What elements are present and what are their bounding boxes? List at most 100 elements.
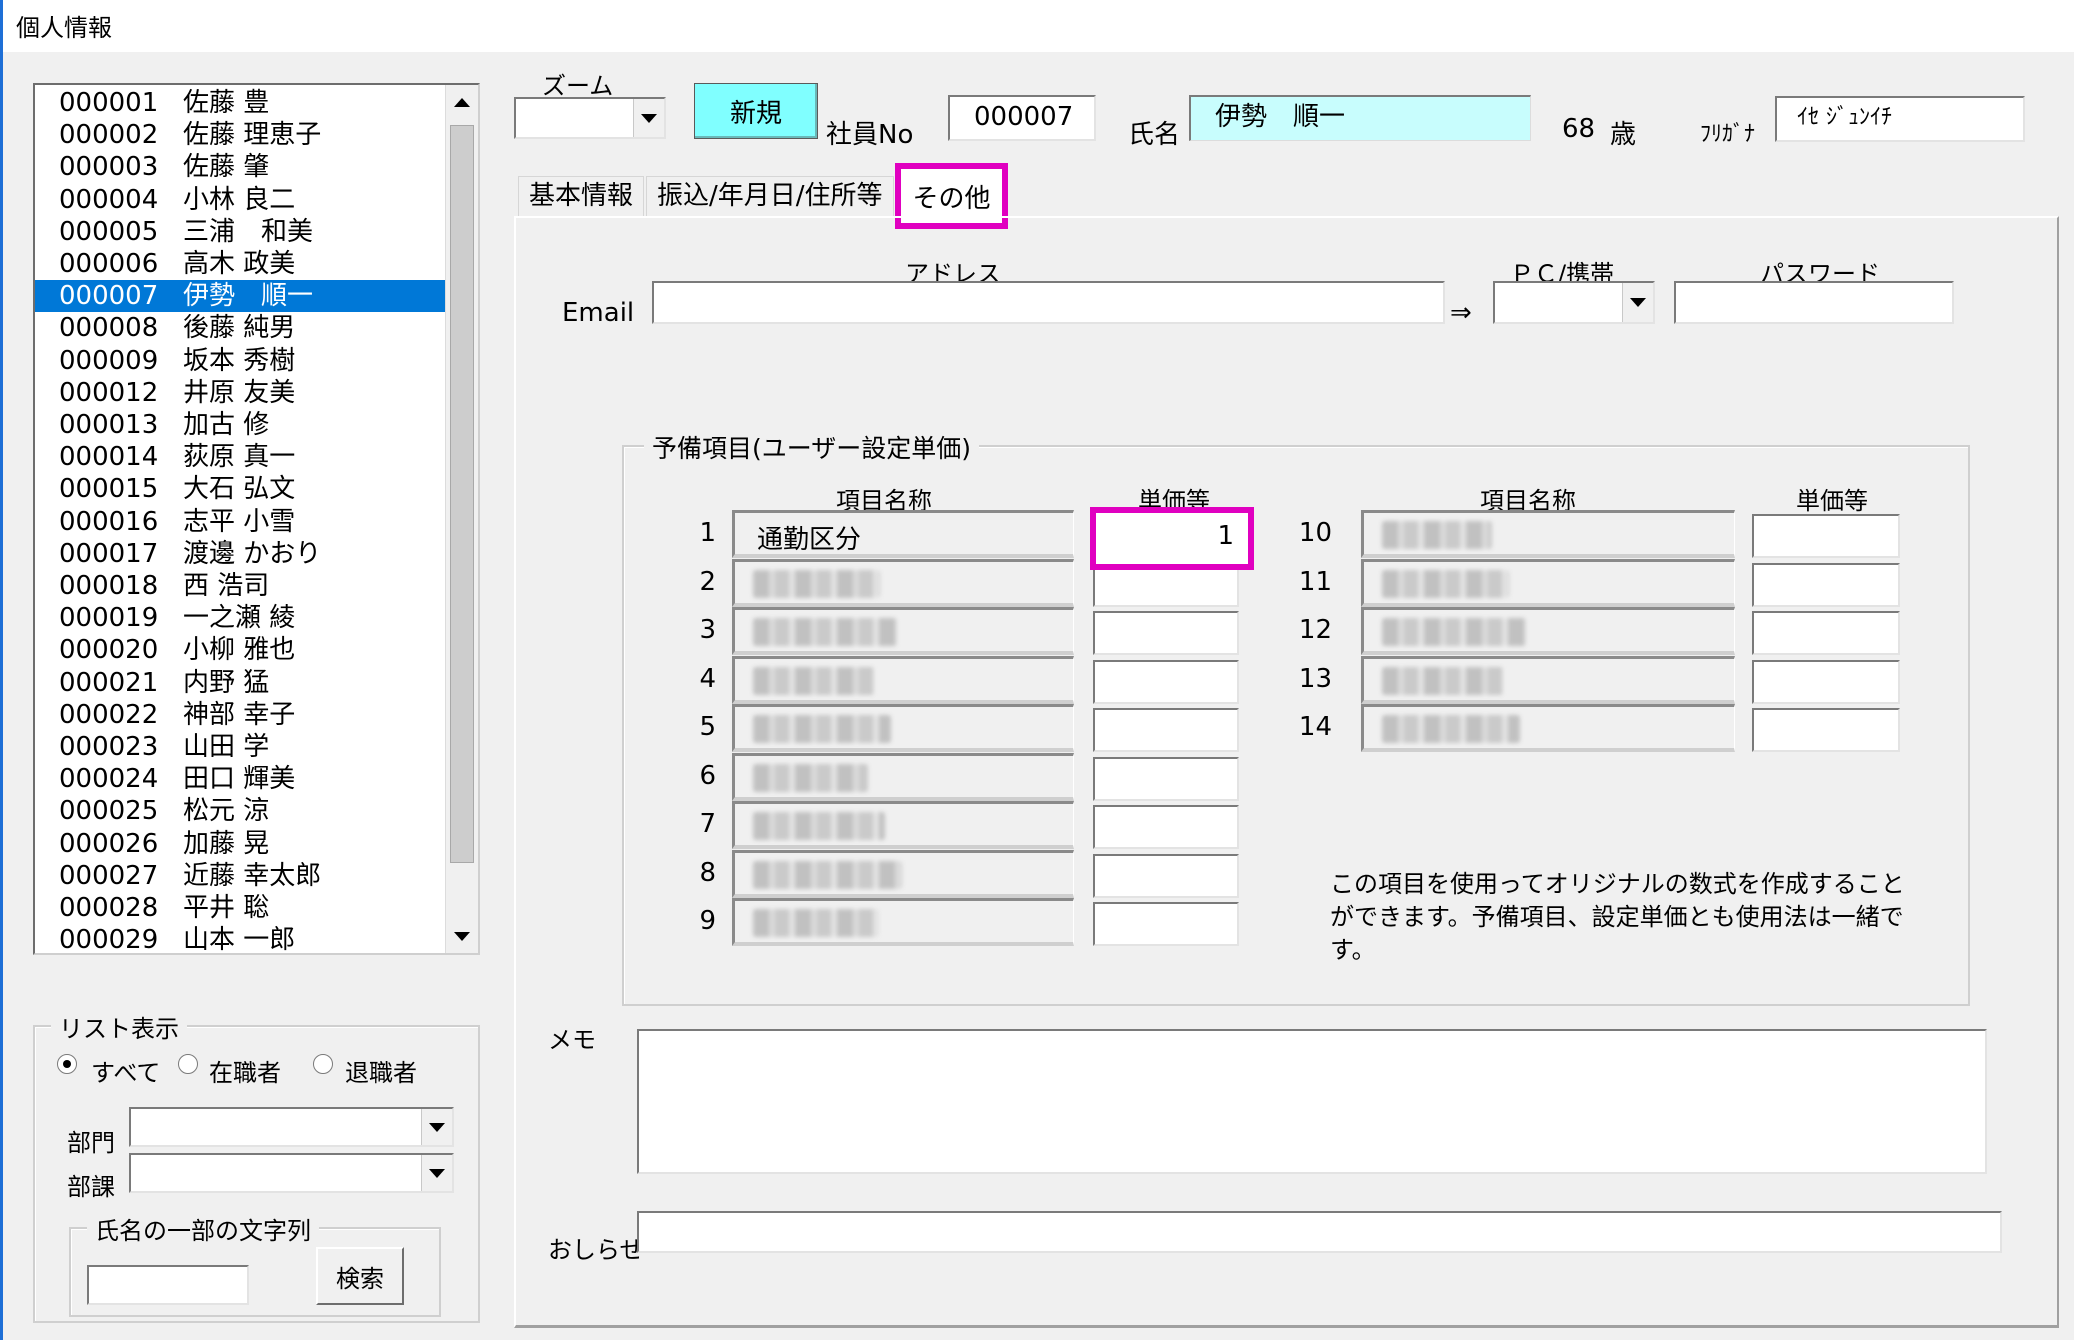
list-item[interactable]: 000029 山本 一郎: [35, 924, 445, 953]
list-item[interactable]: 000016 志平 小雪: [35, 506, 445, 538]
redacted-text: [753, 763, 868, 792]
list-item[interactable]: 000001 佐藤 豊: [35, 87, 445, 119]
tab-transfer-address[interactable]: 振込/年月日/住所等: [646, 176, 894, 217]
list-item[interactable]: 000012 井原 友美: [35, 377, 445, 409]
reserve-unit-price-field[interactable]: [1752, 611, 1900, 655]
reserve-unit-price-field[interactable]: [1752, 514, 1900, 558]
reserve-item-name-field[interactable]: 通勤区分: [732, 510, 1074, 558]
list-item[interactable]: 000024 田口 輝美: [35, 763, 445, 795]
memo-textarea[interactable]: [637, 1029, 1987, 1174]
reserve-item-name-field[interactable]: [732, 801, 1074, 849]
employee-id: 000022: [59, 699, 159, 730]
radio-retired-label: 退職者: [345, 1059, 417, 1087]
list-item[interactable]: 000003 佐藤 肇: [35, 151, 445, 183]
list-item[interactable]: 000023 山田 学: [35, 731, 445, 763]
unit-price-header-right: 単価等: [1796, 487, 1868, 515]
list-item[interactable]: 000019 一之瀬 綾: [35, 602, 445, 634]
email-address-input[interactable]: [652, 281, 1445, 324]
list-item[interactable]: 000007 伊勢 順一: [35, 280, 445, 313]
reserve-item-name-field[interactable]: [1361, 607, 1735, 655]
reserve-item-name-field[interactable]: [732, 898, 1074, 946]
list-item[interactable]: 000025 松元 涼: [35, 795, 445, 827]
list-item[interactable]: 000002 佐藤 理恵子: [35, 119, 445, 151]
reserve-item-name-field[interactable]: [1361, 558, 1735, 607]
list-item[interactable]: 000028 平井 聡: [35, 892, 445, 924]
reserve-item-name-field[interactable]: [1361, 655, 1735, 704]
list-item[interactable]: 000013 加古 修: [35, 409, 445, 441]
name-field[interactable]: 伊勢 順一: [1189, 95, 1531, 141]
reserve-unit-price-field[interactable]: [1093, 611, 1239, 655]
furigana-field[interactable]: ｲｾ ｼﾞｭﾝｲﾁ: [1775, 96, 2025, 142]
scroll-thumb[interactable]: [450, 125, 474, 863]
scroll-down-button[interactable]: [446, 919, 478, 953]
password-input[interactable]: [1674, 281, 1954, 324]
employee-no-value: 000007: [974, 102, 1074, 132]
employee-id: 000007: [59, 281, 159, 312]
search-button[interactable]: 検索: [316, 1247, 404, 1305]
name-search-input[interactable]: [87, 1265, 249, 1305]
reserve-item-name-field[interactable]: [1361, 704, 1735, 752]
list-item[interactable]: 000027 近藤 幸太郎: [35, 860, 445, 892]
reserve-unit-price-field[interactable]: [1093, 805, 1239, 849]
notice-input[interactable]: [637, 1211, 2002, 1253]
tab-other-label: その他: [912, 183, 991, 214]
zoom-select[interactable]: [514, 97, 666, 139]
list-item[interactable]: 000006 高木 政美: [35, 248, 445, 280]
dept-select[interactable]: [129, 1107, 454, 1147]
employee-name: 坂本 秀樹: [183, 345, 296, 376]
employee-name: 近藤 幸太郎: [183, 860, 322, 891]
reserve-unit-price-field[interactable]: [1093, 853, 1239, 898]
reserve-item-name-field[interactable]: [732, 752, 1074, 801]
reserve-unit-price-field[interactable]: [1752, 708, 1900, 752]
list-item[interactable]: 000008 後藤 純男: [35, 312, 445, 344]
redacted-text: [753, 909, 879, 937]
list-scrollbar[interactable]: [445, 85, 478, 953]
reserve-item-name-field[interactable]: [732, 655, 1074, 704]
reserve-item-name-field[interactable]: [1361, 510, 1735, 558]
reserve-item-name-field[interactable]: [732, 849, 1074, 898]
new-button-label: 新規: [729, 98, 782, 129]
name-search-title: 氏名の一部の文字列: [87, 1211, 319, 1246]
radio-retired[interactable]: [313, 1054, 333, 1074]
reserve-unit-price-field[interactable]: [1752, 659, 1900, 704]
list-item[interactable]: 000009 坂本 秀樹: [35, 345, 445, 377]
radio-employed[interactable]: [178, 1054, 198, 1074]
list-item[interactable]: 000026 加藤 晃: [35, 828, 445, 860]
employee-name: 内野 猛: [183, 667, 270, 698]
employee-no-label: 社員No: [826, 120, 914, 150]
scroll-up-button[interactable]: [446, 85, 478, 119]
reserve-unit-price-field[interactable]: [1093, 902, 1239, 946]
furigana-label: ﾌﾘｶﾞﾅ: [1700, 122, 1756, 147]
employee-id: 000002: [59, 120, 159, 151]
redacted-text: [753, 860, 902, 889]
reserve-item-name-field[interactable]: [732, 607, 1074, 655]
new-button[interactable]: 新規: [694, 83, 818, 139]
employee-no-field[interactable]: 000007: [948, 95, 1096, 141]
reserve-item-name-field[interactable]: [732, 558, 1074, 607]
list-display-title: リスト表示: [51, 1009, 187, 1044]
list-item[interactable]: 000014 荻原 真一: [35, 441, 445, 473]
radio-all[interactable]: [57, 1054, 77, 1074]
reserve-unit-price-field[interactable]: [1093, 756, 1239, 801]
list-item[interactable]: 000005 三浦 和美: [35, 216, 445, 248]
list-item[interactable]: 000004 小林 良二: [35, 184, 445, 216]
list-item[interactable]: 000020 小柳 雅也: [35, 634, 445, 666]
chevron-down-icon: [1630, 298, 1646, 307]
tab-basic-info[interactable]: 基本情報: [518, 176, 645, 217]
unit-price-1-field[interactable]: 1: [1090, 507, 1254, 570]
reserve-unit-price-field[interactable]: [1752, 562, 1900, 607]
list-item[interactable]: 000017 渡邊 かおり: [35, 538, 445, 570]
reserve-unit-price-field[interactable]: [1093, 659, 1239, 704]
redacted-text: [753, 715, 891, 743]
reserve-item-name-field[interactable]: [732, 704, 1074, 752]
list-item[interactable]: 000018 西 浩司: [35, 570, 445, 602]
employee-id: 000006: [59, 249, 159, 279]
list-item[interactable]: 000015 大石 弘文: [35, 473, 445, 505]
pc-mobile-select[interactable]: [1493, 281, 1655, 324]
employee-id: 000018: [59, 571, 159, 601]
employee-list[interactable]: 000001 佐藤 豊 000002 佐藤 理恵子 000003 佐藤 肇 000004 小林…: [33, 83, 480, 955]
list-item[interactable]: 000021 内野 猛: [35, 667, 445, 699]
reserve-unit-price-field[interactable]: [1093, 708, 1239, 752]
section-select[interactable]: [129, 1153, 454, 1193]
list-item[interactable]: 000022 神部 幸子: [35, 699, 445, 731]
